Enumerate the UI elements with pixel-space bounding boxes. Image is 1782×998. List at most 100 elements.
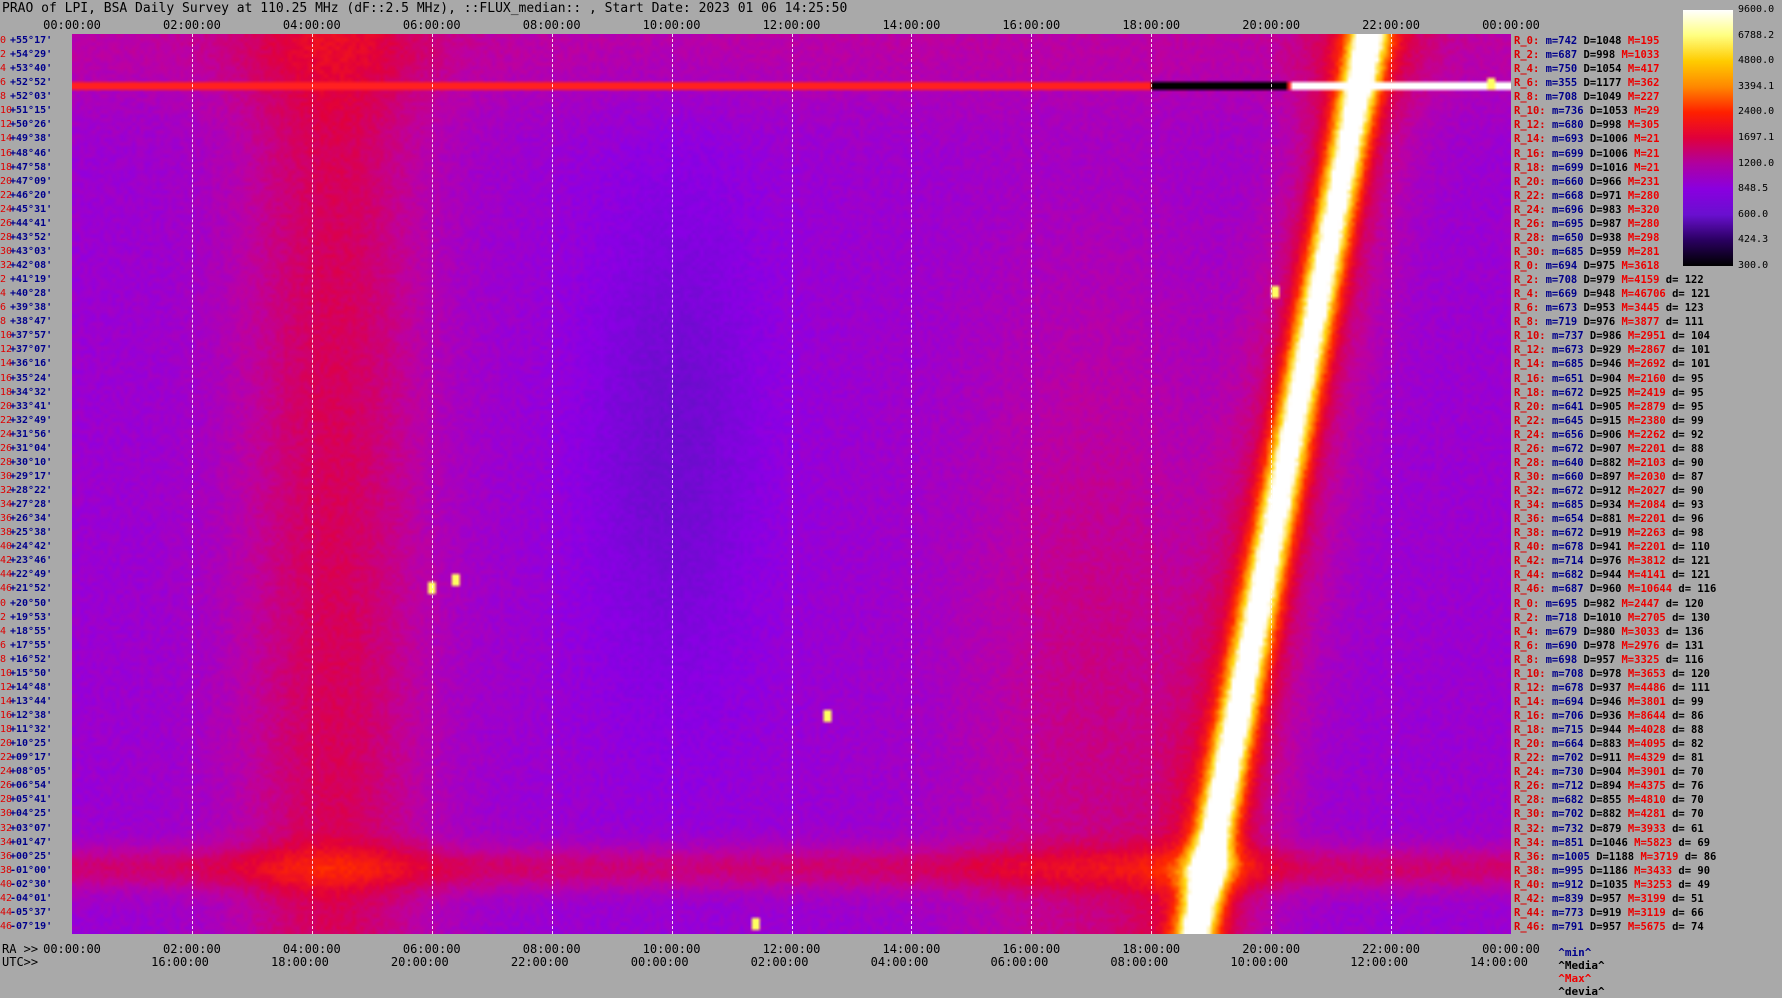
- dec-label: 22+46°20': [0, 189, 72, 203]
- stat-row: R_22: m=668 D=971 M=280: [1514, 189, 1672, 203]
- stat-dv: d= 70: [1672, 794, 1711, 807]
- stat-lbl: R_18:: [1514, 386, 1552, 399]
- stat-mn: m=695: [1545, 597, 1584, 610]
- dec-label: 30+29°17': [0, 470, 72, 484]
- grid-line: [1151, 34, 1153, 934]
- top-axis-tick: 12:00:00: [762, 18, 821, 32]
- stat-dv: [1666, 218, 1672, 230]
- declination-value: -01°00': [10, 864, 53, 876]
- stat-lbl: R_20:: [1514, 738, 1552, 751]
- top-axis-tick: 08:00:00: [522, 18, 581, 32]
- stat-row: R_38: m=672 D=919 M=2263 d= 98: [1514, 526, 1710, 540]
- declination-value: +34°32': [10, 386, 53, 398]
- stat-mx: M=3812: [1627, 555, 1673, 568]
- declination-value: +47°09': [10, 175, 53, 187]
- stat-lbl: R_40:: [1514, 878, 1552, 891]
- declination-value: +03°07': [10, 822, 53, 834]
- dec-label: 26+06°54': [0, 779, 72, 793]
- dec-label: 28+43°52': [0, 231, 72, 245]
- dec-label: 18+34°32': [0, 386, 72, 400]
- dec-label: 2 +19°53': [0, 611, 72, 625]
- stat-dv: d= 90: [1672, 485, 1711, 497]
- row-index: 0: [0, 597, 7, 609]
- row-index: 40: [0, 878, 13, 890]
- stat-mn: m=664: [1551, 738, 1590, 751]
- legend-devia: ^devia^: [1558, 985, 1605, 998]
- row-index: 22: [0, 414, 13, 426]
- stat-md: D=937: [1589, 681, 1628, 694]
- stat-mn: m=672: [1551, 442, 1590, 455]
- stat-dv: d= 131: [1665, 639, 1711, 652]
- stat-md: D=946: [1589, 358, 1628, 371]
- stat-mx: M=2447: [1621, 597, 1666, 610]
- stat-md: D=915: [1589, 414, 1628, 427]
- stat-lbl: R_28:: [1514, 231, 1552, 244]
- declination-value: +53°40': [10, 63, 53, 75]
- stat-dv: d= 116: [1678, 583, 1723, 596]
- stat-mx: M=280: [1627, 189, 1666, 202]
- stat-row: R_30: m=685 D=959 M=281: [1514, 245, 1672, 259]
- stats-legend: ^min^ ^Media^ ^Max^ ^devia^: [1545, 933, 1605, 998]
- stat-lbl: R_10:: [1514, 667, 1552, 680]
- dec-label: 14+13°44': [0, 695, 72, 709]
- declination-value: +42°08': [10, 260, 53, 271]
- stat-mx: M=1033: [1621, 49, 1666, 62]
- stat-mx: M=2160: [1627, 372, 1673, 385]
- dec-label: 44+22°49': [0, 568, 72, 582]
- stat-dv: d= 82: [1672, 738, 1711, 751]
- row-index: 14: [0, 133, 13, 145]
- row-index: 40: [0, 541, 13, 553]
- declination-value: +37°07': [10, 344, 53, 356]
- stat-md: D=855: [1589, 794, 1628, 807]
- stat-md: D=986: [1589, 330, 1628, 343]
- stat-mx: M=3119: [1627, 906, 1673, 919]
- stat-lbl: R_8:: [1514, 653, 1546, 666]
- colorbar: [1683, 10, 1733, 266]
- stat-md: D=976: [1589, 555, 1628, 568]
- stat-mx: M=2976: [1621, 639, 1666, 652]
- declination-value: +27°28': [10, 499, 53, 511]
- row-index: 22: [0, 752, 13, 764]
- stat-row: R_4: m=679 D=980 M=3033 d= 136: [1514, 625, 1710, 639]
- stat-md: D=948: [1583, 288, 1622, 301]
- stat-mn: m=737: [1551, 330, 1590, 343]
- row-index: 10: [0, 330, 13, 342]
- stat-lbl: R_2:: [1514, 274, 1546, 287]
- stat-md: D=1006: [1589, 147, 1635, 160]
- stat-mx: M=10644: [1627, 583, 1679, 596]
- dec-label: 32+03°07': [0, 822, 72, 836]
- declination-value: +32°49': [10, 414, 53, 426]
- declination-value: +50°26': [10, 119, 53, 131]
- stat-lbl: R_26:: [1514, 217, 1552, 230]
- stat-lbl: R_28:: [1514, 456, 1552, 469]
- stat-dv: d= 104: [1672, 330, 1717, 343]
- stat-mn: m=706: [1551, 710, 1590, 722]
- stat-mn: m=694: [1545, 260, 1584, 272]
- dec-label: 14+36°16': [0, 357, 72, 371]
- stat-row: R_2: m=687 D=998 M=1033: [1514, 48, 1672, 62]
- dec-label: 14+49°38': [0, 132, 72, 146]
- stat-mx: M=2262: [1627, 428, 1673, 441]
- stat-dv: d= 111: [1665, 316, 1711, 329]
- stat-mn: m=355: [1545, 77, 1584, 90]
- stat-md: D=912: [1589, 485, 1628, 497]
- ra-axis-tick: 04:00:00: [282, 942, 341, 956]
- row-index: 24: [0, 203, 13, 215]
- stat-dv: d= 96: [1672, 513, 1711, 526]
- row-index: 2: [0, 611, 7, 623]
- stat-row: R_34: m=685 D=934 M=2084 d= 93: [1514, 498, 1710, 512]
- stat-md: D=982: [1583, 597, 1622, 610]
- stat-md: D=957: [1589, 892, 1628, 905]
- stat-mx: M=2103: [1627, 456, 1673, 469]
- stat-row: R_44: m=773 D=919 M=3119 d= 66: [1514, 906, 1710, 920]
- stat-mx: M=3719: [1640, 850, 1685, 863]
- stat-mn: m=640: [1551, 456, 1590, 469]
- row-index: 46: [0, 920, 13, 932]
- ra-axis-caption: RA >>: [2, 942, 39, 956]
- stat-dv: d= 86: [1672, 710, 1711, 722]
- row-index: 14: [0, 358, 13, 370]
- declination-value: +36°16': [10, 358, 53, 370]
- stat-md: D=980: [1583, 625, 1622, 638]
- stat-row: R_46: m=687 D=960 M=10644 d= 116: [1514, 582, 1723, 596]
- dec-label: 6 +52°52': [0, 76, 72, 90]
